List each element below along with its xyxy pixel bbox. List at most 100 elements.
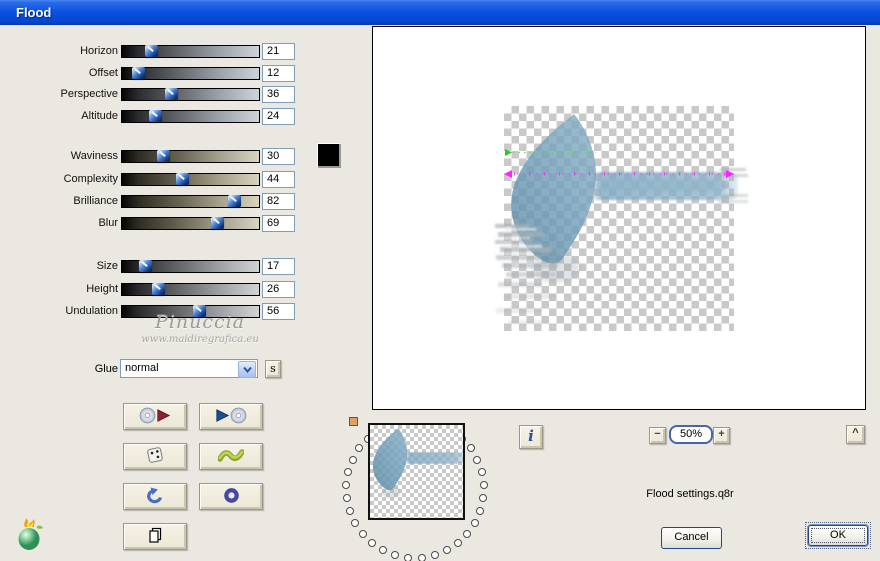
slider-track[interactable] [121, 195, 260, 208]
slider-label: Undulation [65, 305, 118, 317]
zoom-level: 50% [669, 425, 713, 444]
slider-value-box[interactable]: 82 [262, 193, 295, 210]
slider-value-box[interactable]: 17 [262, 258, 295, 275]
settings-filename: Flood settings.q8r [646, 488, 734, 500]
slider-track[interactable] [121, 217, 260, 230]
slider-value-box[interactable]: 26 [262, 281, 295, 298]
slider-track[interactable] [121, 283, 260, 296]
slider-value-box[interactable]: 44 [262, 171, 295, 188]
green-squiggle-icon [217, 447, 245, 466]
slider-label: Perspective [60, 88, 118, 100]
thumbnail-shape [372, 428, 463, 499]
slider-track[interactable] [121, 173, 260, 186]
slider-track[interactable] [121, 45, 260, 58]
memory-dot[interactable] [358, 529, 367, 538]
memory-dot[interactable] [355, 444, 364, 453]
zoom-in-button[interactable]: + [713, 427, 730, 444]
slider-label: Blur [98, 217, 118, 229]
memory-dot[interactable] [466, 444, 475, 453]
caret-up-button[interactable]: ^ [846, 425, 865, 444]
ok-button[interactable]: OK [808, 525, 868, 546]
undo-arrow-icon [146, 486, 164, 507]
memory-dot[interactable] [476, 507, 485, 516]
memory-dot[interactable] [479, 481, 488, 490]
red-play-arrow-icon [156, 408, 171, 426]
flood-dialog: Flood Horizon 21 Offset 12 Perspective 3… [0, 0, 880, 561]
memory-dot[interactable] [477, 468, 486, 477]
undo-button[interactable] [123, 483, 187, 510]
slider-thumb[interactable] [176, 173, 190, 185]
slider-thumb[interactable] [210, 217, 224, 229]
slider-thumb[interactable] [144, 45, 158, 57]
slider-thumb[interactable] [139, 260, 153, 272]
blue-ring-icon [223, 487, 240, 507]
slider-track[interactable] [121, 67, 260, 80]
cd-icon [139, 407, 156, 427]
memory-dot[interactable] [453, 539, 462, 548]
blue-play-arrow-icon [215, 408, 230, 426]
slider-value-box[interactable]: 36 [262, 86, 295, 103]
memory-dot[interactable] [351, 519, 360, 528]
memory-dot[interactable] [463, 529, 472, 538]
title-bar: Flood [0, 0, 880, 25]
slider-value-box[interactable]: 69 [262, 215, 295, 232]
slider-track[interactable] [121, 260, 260, 273]
slider-value-box[interactable]: 12 [262, 65, 295, 82]
slider-track[interactable] [121, 110, 260, 123]
zoom-out-button[interactable]: − [649, 427, 666, 444]
memory-dot[interactable] [379, 546, 388, 555]
slider-thumb[interactable] [165, 88, 179, 100]
memory-dot[interactable] [391, 551, 400, 560]
slider-label: Horizon [80, 45, 118, 57]
slider-value-box[interactable]: 30 [262, 148, 295, 165]
memory-dot[interactable] [345, 507, 354, 516]
slider-value-box[interactable]: 21 [262, 43, 295, 60]
slider-track[interactable] [121, 88, 260, 101]
memory-dot[interactable] [342, 494, 351, 503]
slider-thumb[interactable] [157, 150, 171, 162]
slider-label: Altitude [81, 110, 118, 122]
memory-dot[interactable] [442, 546, 451, 555]
slider-thumb[interactable] [228, 195, 242, 207]
info-button[interactable]: i [519, 425, 543, 449]
memory-dot[interactable] [404, 553, 413, 561]
ok-button-focus-ring: OK [805, 522, 871, 549]
memory-dot[interactable] [470, 519, 479, 528]
preview-thumbnail[interactable] [368, 423, 465, 520]
s-button[interactable]: s [265, 360, 281, 378]
memory-dot[interactable] [417, 553, 426, 561]
slider-label: Size [96, 260, 118, 272]
reset-button[interactable] [199, 483, 263, 510]
flood-shape [495, 114, 748, 324]
glue-selected-value: normal [125, 362, 159, 374]
glue-label: Glue [94, 363, 118, 375]
cancel-button[interactable]: Cancel [661, 527, 722, 549]
pages-icon [146, 526, 164, 547]
random-wave-button[interactable] [199, 443, 263, 470]
randomize-button[interactable] [123, 443, 187, 470]
preview-area[interactable] [372, 26, 866, 410]
glue-dropdown[interactable]: normal [120, 359, 258, 378]
memory-dot[interactable] [368, 539, 377, 548]
slider-value-box[interactable]: 24 [262, 108, 295, 125]
memory-dot[interactable] [430, 551, 439, 560]
memory-dot[interactable] [479, 494, 488, 503]
memory-dot[interactable] [344, 468, 353, 477]
flaming-pear-logo-icon[interactable] [15, 517, 47, 553]
slider-thumb[interactable] [151, 283, 165, 295]
slider-thumb[interactable] [148, 110, 162, 122]
save-settings-button[interactable] [199, 403, 263, 430]
chevron-down-icon[interactable] [238, 361, 256, 378]
memory-dot[interactable] [348, 455, 357, 464]
memory-dot[interactable] [342, 481, 351, 490]
flood-image-preview [495, 114, 748, 324]
slider-track[interactable] [121, 150, 260, 163]
copy-button[interactable] [123, 523, 187, 550]
dice-icon [145, 445, 165, 468]
memory-dot[interactable] [473, 455, 482, 464]
ring-handle[interactable] [349, 417, 358, 426]
color-swatch[interactable] [318, 144, 341, 168]
open-settings-button[interactable] [123, 403, 187, 430]
slider-thumb[interactable] [132, 67, 146, 79]
window-title: Flood [16, 5, 52, 20]
